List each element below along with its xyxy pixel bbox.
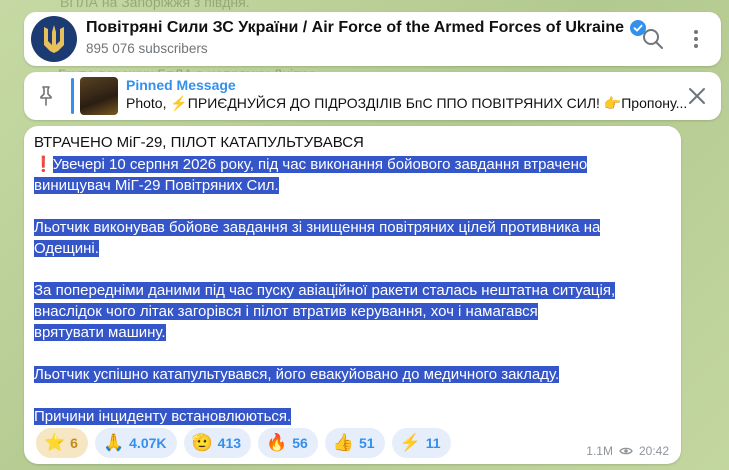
reaction-count: 11 <box>425 435 441 451</box>
reaction-count: 6 <box>70 435 78 451</box>
subscriber-count: 895 076 subscribers <box>86 41 208 56</box>
reaction-count: 56 <box>292 435 308 451</box>
message-time: 20:42 <box>638 444 669 458</box>
message-heading: ВТРАЧЕНО МіГ-29, ПІЛОТ КАТАПУЛЬТУВАВСЯ <box>34 134 364 151</box>
pinned-label: Pinned Message <box>126 77 236 93</box>
more-menu-button[interactable] <box>683 26 709 52</box>
trident-icon <box>44 25 64 53</box>
praying-hands-icon: 🙏 <box>102 433 125 452</box>
pinned-text: Photo, ⚡ПРИЄДНУЙСЯ ДО ПІДРОЗДІЛІВ БпС ПП… <box>126 95 688 111</box>
message-line: Льотчик успішно катапультувався, його ев… <box>34 366 560 383</box>
exclamation-icon: ❗ <box>34 156 53 173</box>
pin-icon <box>40 86 52 106</box>
message-line: Льотчик виконував бойове завдання зі зни… <box>34 219 601 236</box>
message-line: За попередніми даними під час пуску авіа… <box>34 282 616 299</box>
channel-title[interactable]: Повітряні Сили ЗС України / Air Force of… <box>86 19 647 37</box>
fire-icon: 🔥 <box>266 433 288 452</box>
channel-name: Повітряні Сили ЗС України / Air Force of… <box>86 19 625 36</box>
message-bubble[interactable]: ВТРАЧЕНО МіГ-29, ПІЛОТ КАТАПУЛЬТУВАВСЯ ❗… <box>24 126 681 464</box>
message-line: внаслідок чого літак загорівся і пілот в… <box>34 303 538 320</box>
message-line: винищувач МіГ-29 Повітряних Сил. <box>34 177 279 194</box>
reaction-star[interactable]: ⭐ 6 <box>36 428 88 458</box>
reaction-pray[interactable]: 🙏 4.07K <box>94 428 177 458</box>
more-vertical-icon <box>694 30 698 48</box>
reaction-count: 4.07K <box>129 435 167 451</box>
reaction-count: 51 <box>358 435 375 451</box>
channel-avatar[interactable] <box>31 16 77 62</box>
pinned-indicator <box>71 78 74 114</box>
chat-header: Повітряні Сили ЗС України / Air Force of… <box>24 12 721 66</box>
reaction-salute[interactable]: 🫡 413 <box>183 428 252 458</box>
reaction-count: 413 <box>217 435 242 451</box>
message-line: Одещині. <box>34 240 99 257</box>
close-icon[interactable] <box>685 84 709 108</box>
pinned-message-bar[interactable]: Pinned Message Photo, ⚡ПРИЄДНУЙСЯ ДО ПІД… <box>24 72 721 120</box>
lightning-icon: ⚡ <box>399 433 421 452</box>
background-message-text: ВПЛА на Запоріжжя з півдня. <box>60 0 250 10</box>
message-line: Причини інциденту встановлюються. <box>34 408 292 425</box>
message-meta: 1.1M 20:42 <box>586 444 669 458</box>
salute-icon: 🫡 <box>191 433 213 452</box>
reaction-thumbs-up[interactable]: 👍 51 <box>324 428 385 458</box>
pinned-thumbnail <box>80 77 118 115</box>
reaction-fire[interactable]: 🔥 56 <box>258 428 318 458</box>
reaction-lightning[interactable]: ⚡ 11 <box>391 428 451 458</box>
view-count: 1.1M <box>586 444 613 458</box>
reactions-bar: ⭐ 6 🙏 4.07K 🫡 413 🔥 56 👍 51 ⚡ 11 <box>36 428 451 458</box>
star-icon: ⭐ <box>44 433 66 452</box>
message-text: ❗Увечері 10 серпня 2026 року, під час ви… <box>34 154 684 448</box>
eye-icon <box>619 447 633 455</box>
search-button[interactable] <box>640 26 666 52</box>
message-line: Увечері 10 серпня 2026 року, під час вик… <box>52 156 588 173</box>
message-line: врятувати машину. <box>34 324 166 341</box>
thumbs-up-icon: 👍 <box>332 433 354 452</box>
search-icon <box>643 29 663 49</box>
